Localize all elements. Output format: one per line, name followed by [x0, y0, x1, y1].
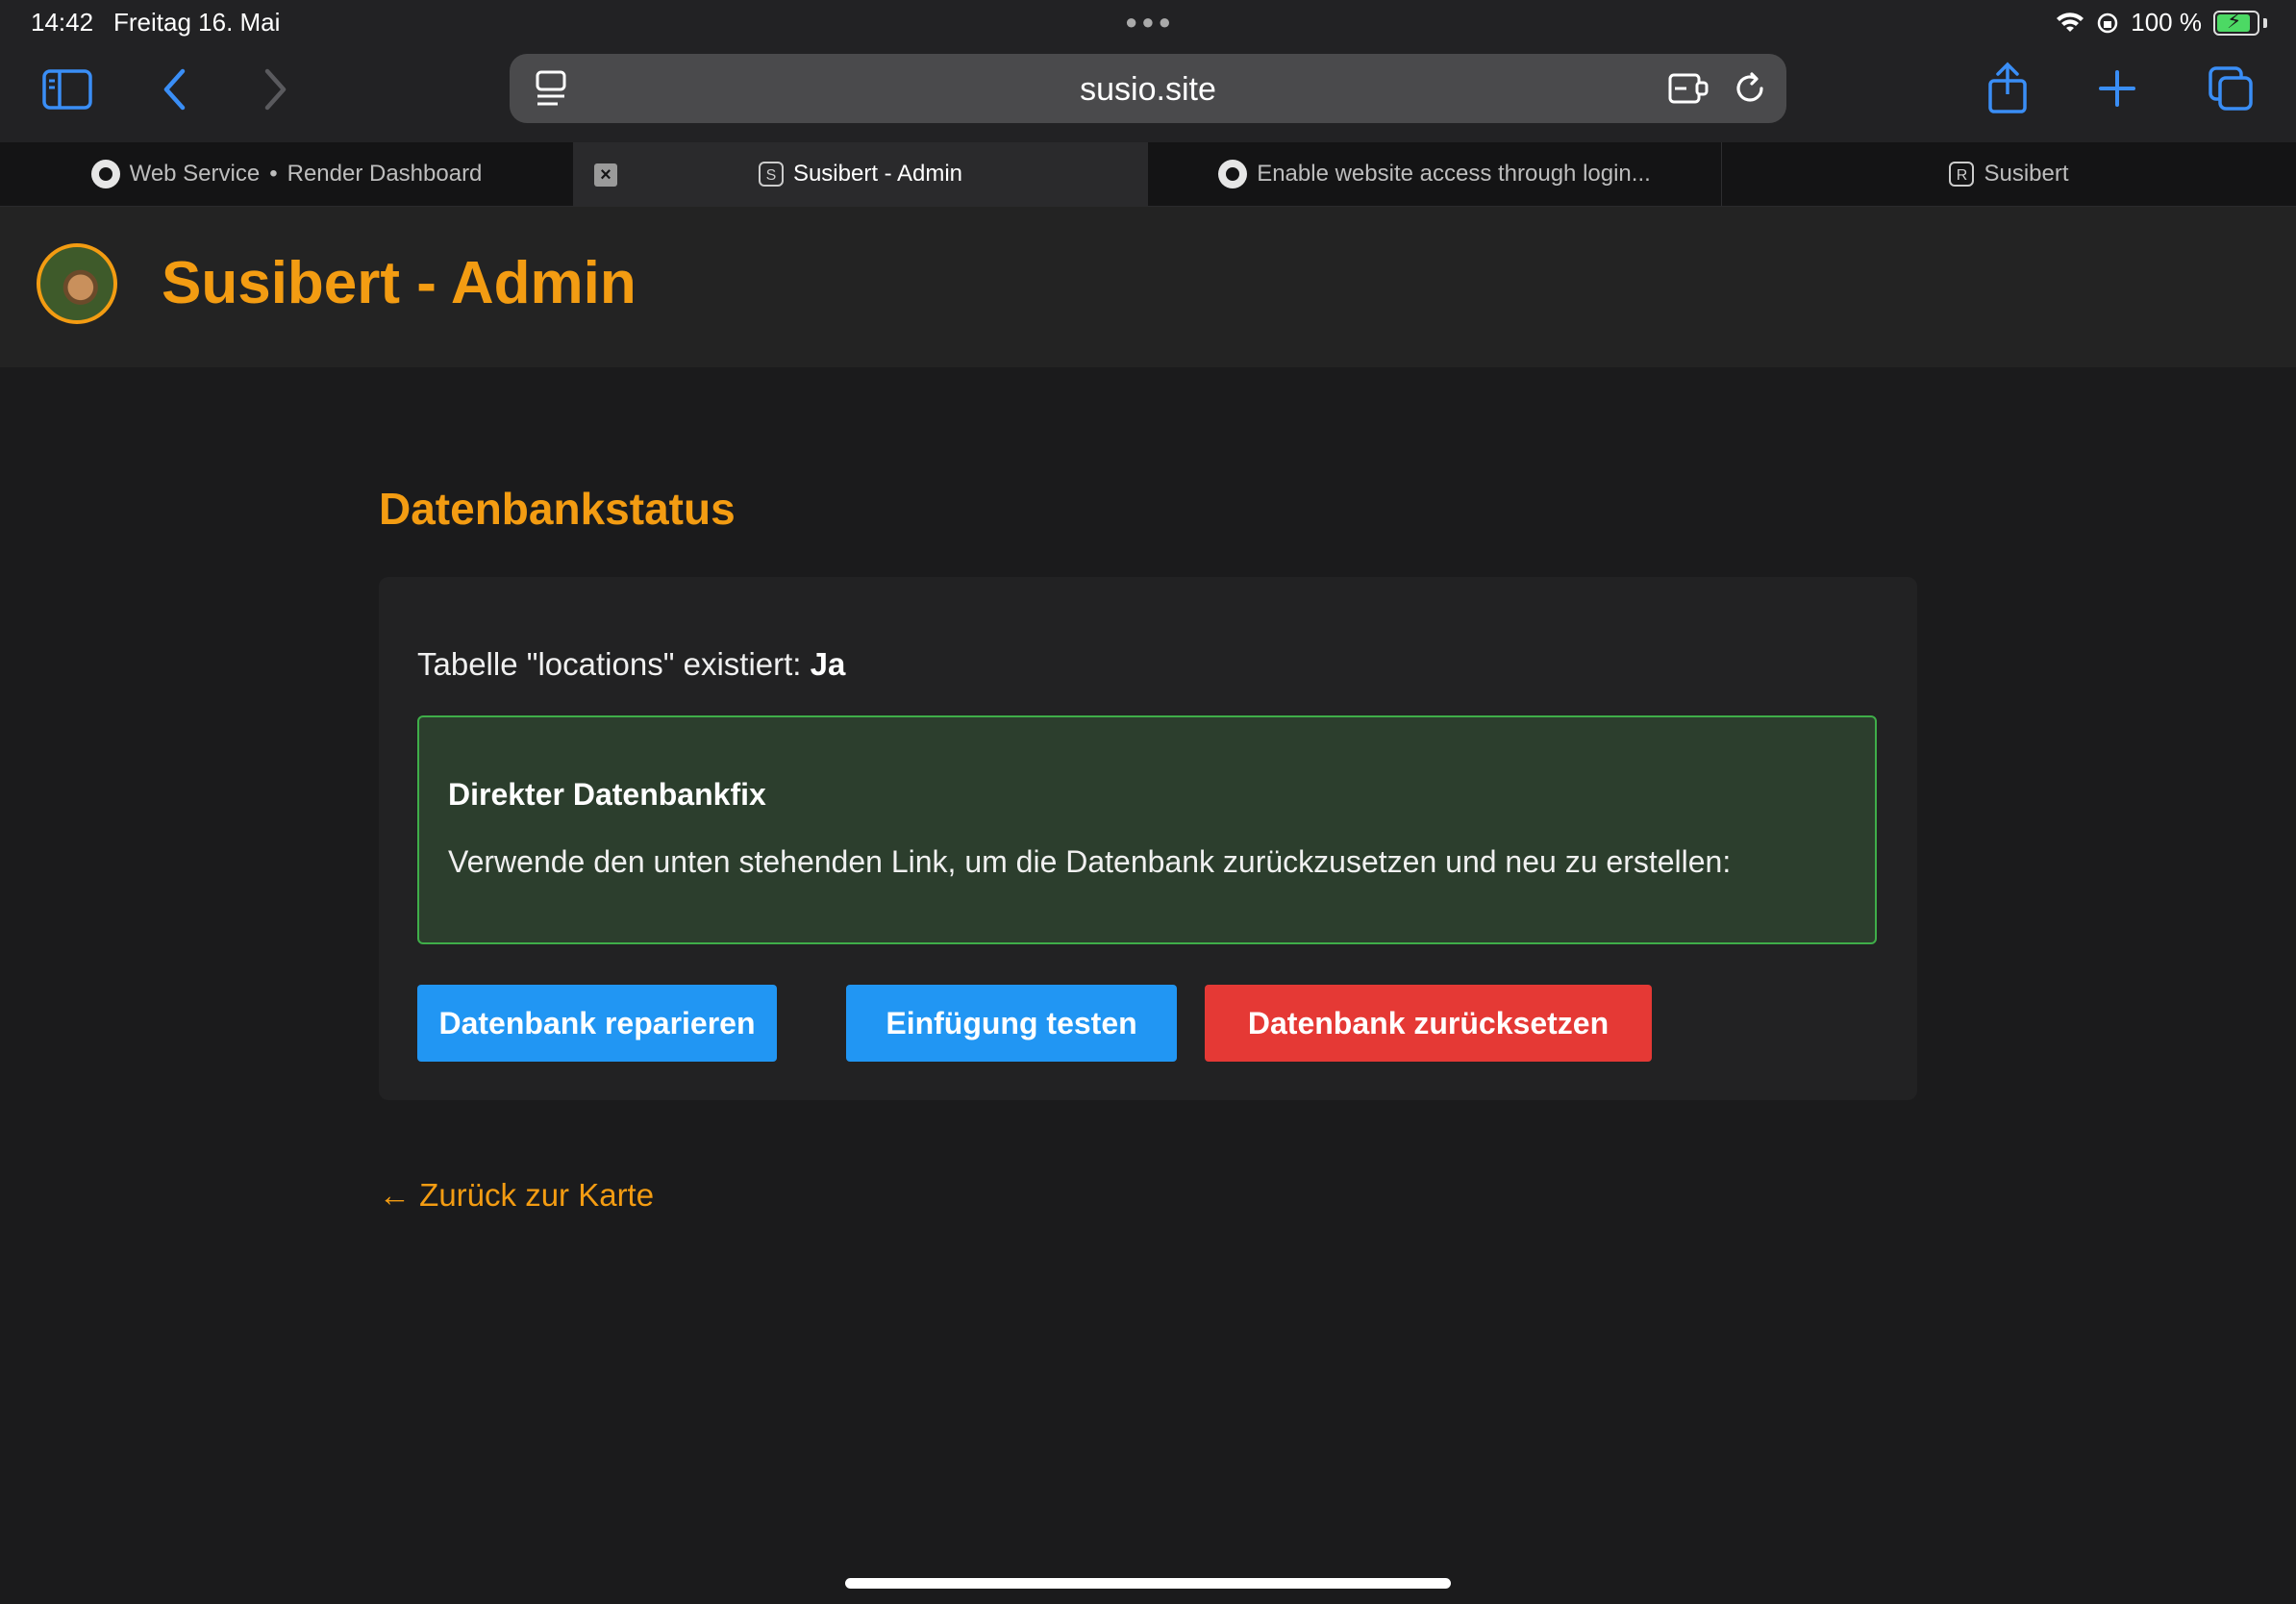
- extensions-icon[interactable]: [1667, 71, 1710, 106]
- github-icon: [1218, 160, 1248, 188]
- status-date: Freitag 16. Mai: [113, 8, 281, 37]
- back-to-map-link[interactable]: ← Zurück zur Karte: [379, 1177, 654, 1214]
- wifi-icon: [2057, 12, 2084, 32]
- site-badge-icon: R: [1949, 162, 1975, 187]
- site-badge-icon: S: [758, 162, 784, 187]
- orientation-lock-icon: [2098, 13, 2118, 33]
- tab-label: Susibert - Admin: [792, 161, 963, 187]
- tab-susibert-admin[interactable]: S Susibert - Admin: [573, 142, 1148, 206]
- repair-database-button[interactable]: Datenbank reparieren: [417, 985, 777, 1062]
- github-icon: [90, 160, 120, 188]
- tab-render-dashboard[interactable]: Web Service • Render Dashboard: [0, 142, 573, 206]
- database-status-card: Tabelle "locations" existiert: Ja Direkt…: [379, 577, 1917, 1100]
- home-indicator[interactable]: [845, 1578, 1451, 1589]
- tab-label: Enable website access through login...: [1257, 161, 1651, 187]
- avatar[interactable]: [37, 243, 117, 324]
- notice-title: Direkter Datenbankfix: [448, 777, 766, 812]
- site-title: Susibert - Admin: [162, 250, 636, 316]
- status-right: 100 % ⚡: [2056, 8, 2267, 38]
- back-icon[interactable]: [162, 67, 188, 112]
- status-bar: 14:42 Freitag 16. Mai ●●● 100 % ⚡: [0, 0, 2296, 46]
- multitasking-dots-icon[interactable]: ●●●: [1125, 10, 1175, 35]
- tab-susibert[interactable]: R Susibert: [1722, 142, 2296, 206]
- tab-separator-dot: •: [269, 161, 278, 187]
- page-title: Datenbankstatus: [379, 484, 736, 534]
- tabs-overview-icon[interactable]: [2208, 65, 2254, 112]
- reload-icon[interactable]: [1733, 71, 1767, 106]
- database-fix-notice: Direkter Datenbankfix Verwende den unten…: [417, 715, 1877, 944]
- sidebar-icon[interactable]: [42, 69, 92, 110]
- reset-database-button[interactable]: Datenbank zurücksetzen: [1205, 985, 1652, 1062]
- tab-label-secondary: Render Dashboard: [287, 161, 483, 187]
- close-tab-icon[interactable]: ×: [594, 163, 617, 187]
- site-header: Susibert - Admin: [0, 207, 2296, 367]
- table-status: Tabelle "locations" existiert: Ja: [417, 646, 845, 683]
- tab-label: Web Service: [129, 161, 261, 187]
- forward-icon[interactable]: [262, 67, 288, 112]
- new-tab-icon[interactable]: [2098, 69, 2136, 108]
- battery-percent: 100 %: [2131, 8, 2202, 37]
- address-bar[interactable]: susio.site: [510, 54, 1786, 123]
- notice-text: Verwende den unten stehenden Link, um di…: [448, 844, 1732, 879]
- share-icon[interactable]: [1986, 62, 2029, 115]
- tab-github-issue[interactable]: Enable website access through login...: [1148, 142, 1722, 206]
- table-status-label: Tabelle "locations" existiert:: [417, 646, 802, 682]
- url-text[interactable]: susio.site: [510, 71, 1786, 109]
- table-status-value: Ja: [810, 646, 846, 682]
- battery-icon: ⚡: [2213, 9, 2259, 36]
- browser-toolbar: susio.site: [0, 46, 2296, 142]
- test-insert-button[interactable]: Einfügung testen: [846, 985, 1177, 1062]
- tab-label: Susibert: [1984, 161, 2069, 187]
- status-time: 14:42: [31, 8, 94, 37]
- tab-bar: Web Service • Render Dashboard S Susiber…: [0, 142, 2296, 207]
